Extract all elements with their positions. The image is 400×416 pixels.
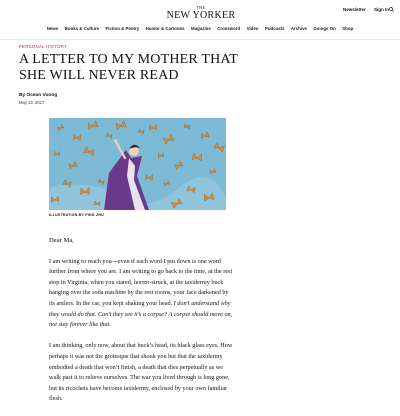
nav-item-magazine[interactable]: Magazine — [191, 26, 211, 31]
new-yorker-logo[interactable]: THE NEW YORKER — [166, 5, 236, 21]
nav-item-archive[interactable]: Archive — [291, 26, 307, 31]
nav-item-shop[interactable]: Shop — [342, 26, 353, 31]
article-title: A Letter to My Mother That She Will Neve… — [19, 52, 238, 83]
logo-main-text: NEW YORKER — [166, 10, 236, 21]
nav-item-news[interactable]: News — [47, 26, 58, 31]
nav-item-podcasts[interactable]: Podcasts — [265, 26, 285, 31]
article-illustration — [49, 118, 226, 210]
sign-in-link[interactable]: Sign In — [374, 7, 389, 12]
article-rubric[interactable]: PERSONAL HISTORY — [19, 44, 67, 49]
search-icon[interactable] — [389, 7, 394, 12]
illustration-credit: ILLUSTRATION BY PING ZHU — [49, 213, 104, 217]
salutation: Dear Ma, — [49, 237, 74, 244]
byline: By Ocean Vuong — [19, 93, 57, 98]
publish-date: May 13, 2017 — [19, 100, 45, 105]
nav-item-goings-on[interactable]: Goings On — [313, 26, 335, 31]
nav-item-fiction-poetry[interactable]: Fiction & Poetry — [106, 26, 140, 31]
body-paragraph-2: I am thinking, only now, about that buck… — [49, 342, 233, 403]
nav-item-books-culture[interactable]: Books & Culture — [65, 26, 99, 31]
nav-item-humor-cartoons[interactable]: Humor & Cartoons — [146, 26, 185, 31]
masthead: THE NEW YORKER Newsletter Sign In News B… — [0, 0, 400, 40]
nav-item-video[interactable]: Video — [247, 26, 259, 31]
body-paragraph-1: I am writing to reach you—even if each w… — [49, 257, 234, 331]
newsletter-link[interactable]: Newsletter — [343, 7, 366, 12]
nav-item-crossword[interactable]: Crossword — [217, 26, 240, 31]
author-link[interactable]: Ocean Vuong — [26, 93, 57, 98]
article-body: Dear Ma, I am writing to reach you—even … — [49, 236, 234, 416]
account-links: Newsletter Sign In — [336, 7, 389, 12]
section-nav: News Books & Culture Fiction & Poetry Hu… — [0, 26, 400, 31]
